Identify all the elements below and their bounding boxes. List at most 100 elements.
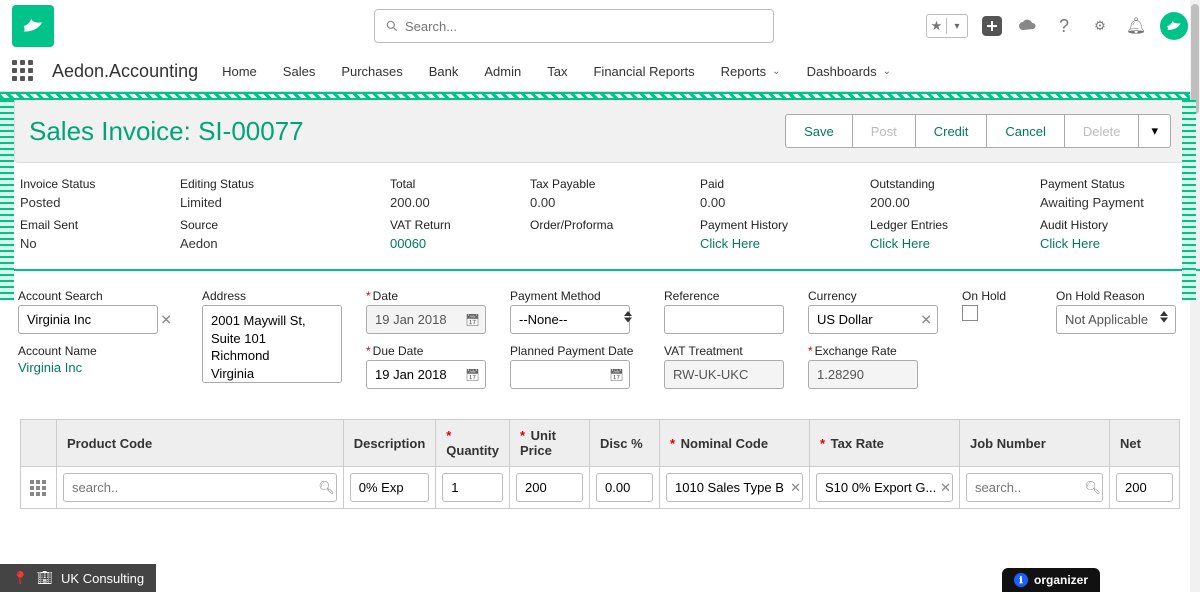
on-hold-reason-select[interactable]: Not Applicable bbox=[1056, 305, 1176, 334]
pattern-strip bbox=[0, 92, 1200, 100]
footer-tab[interactable]: 📍︎ 🏢︎ UK Consulting bbox=[0, 564, 156, 592]
nav-bank[interactable]: Bank bbox=[429, 64, 459, 79]
credit-button[interactable]: Credit bbox=[915, 114, 988, 148]
col-product[interactable]: Product Code bbox=[57, 420, 344, 467]
nominal-code-input[interactable] bbox=[666, 473, 803, 502]
line-items-grid: Product Code Description Quantity Unit P… bbox=[20, 419, 1180, 509]
ledger-entries-link[interactable]: Click Here bbox=[870, 236, 1030, 251]
payment-status-value: Awaiting Payment bbox=[1040, 195, 1200, 210]
calendar-icon[interactable]: 📅︎ bbox=[609, 368, 624, 382]
chevron-down-icon: ▾ bbox=[954, 21, 959, 32]
currency-input[interactable] bbox=[808, 305, 938, 334]
page-header: Sales Invoice: SI-00077 Save Post Credit… bbox=[14, 100, 1186, 163]
notifications-button[interactable]: 🔔︎ bbox=[1124, 14, 1148, 38]
salesforce-button[interactable] bbox=[1016, 14, 1040, 38]
col-quantity[interactable]: Quantity bbox=[436, 420, 510, 467]
building-icon: 📍︎ bbox=[12, 570, 29, 586]
drag-handle[interactable] bbox=[30, 480, 48, 496]
clear-icon[interactable]: ✕ bbox=[920, 311, 932, 328]
description-input[interactable] bbox=[350, 473, 430, 502]
settings-button[interactable]: ⚙ bbox=[1088, 14, 1112, 38]
global-search-input[interactable] bbox=[405, 19, 763, 34]
more-actions-button[interactable]: ▾ bbox=[1138, 114, 1171, 148]
calendar-icon[interactable]: 📅︎ bbox=[465, 313, 480, 327]
app-nav: Aedon.Accounting Home Sales Purchases Ba… bbox=[0, 52, 1200, 92]
col-job[interactable]: Job Number bbox=[960, 420, 1110, 467]
unit-price-input[interactable] bbox=[516, 473, 583, 502]
reference-input[interactable] bbox=[664, 305, 784, 334]
col-unit-price[interactable]: Unit Price bbox=[510, 420, 590, 467]
col-tax-rate[interactable]: Tax Rate bbox=[810, 420, 960, 467]
col-nominal[interactable]: Nominal Code bbox=[660, 420, 810, 467]
outstanding-value: 200.00 bbox=[870, 195, 1030, 210]
chevron-down-icon: ⌄ bbox=[883, 66, 891, 77]
search-icon bbox=[385, 19, 399, 33]
invoice-form: Account Search ✕ Account Name Virginia I… bbox=[14, 271, 1186, 419]
plus-icon bbox=[982, 16, 1002, 36]
table-row: 🔍︎ ✕ ✕ bbox=[21, 467, 1180, 509]
chevron-down-icon: ▾ bbox=[1151, 123, 1158, 138]
payment-history-link[interactable]: Click Here bbox=[700, 236, 860, 251]
nav-sales[interactable]: Sales bbox=[283, 64, 316, 79]
building-icon: 🏢︎ bbox=[37, 570, 54, 586]
nav-home[interactable]: Home bbox=[222, 64, 257, 79]
post-button[interactable]: Post bbox=[852, 114, 916, 148]
status-summary: Invoice StatusPosted Editing StatusLimit… bbox=[14, 163, 1186, 269]
product-code-input[interactable] bbox=[63, 473, 337, 502]
source-value: Aedon bbox=[180, 236, 380, 251]
tax-rate-input[interactable] bbox=[816, 473, 953, 502]
calendar-icon[interactable]: 📅︎ bbox=[465, 368, 480, 382]
app-launcher[interactable] bbox=[12, 60, 36, 84]
account-search-input[interactable] bbox=[18, 305, 158, 334]
paid-value: 0.00 bbox=[700, 195, 860, 210]
search-icon[interactable]: 🔍︎ bbox=[318, 480, 335, 496]
col-description[interactable]: Description bbox=[343, 420, 436, 467]
page-title: Sales Invoice: SI-00077 bbox=[29, 116, 304, 147]
cloud-icon bbox=[1018, 16, 1038, 36]
global-search[interactable] bbox=[374, 9, 774, 43]
favorites-menu[interactable]: ★ ▾ bbox=[926, 14, 968, 38]
nav-financial-reports[interactable]: Financial Reports bbox=[593, 64, 694, 79]
nav-reports[interactable]: Reports⌄ bbox=[721, 64, 781, 79]
audit-history-link[interactable]: Click Here bbox=[1040, 236, 1200, 251]
organizer-icon: ℹ bbox=[1014, 573, 1028, 587]
nav-dashboards[interactable]: Dashboards⌄ bbox=[807, 64, 892, 79]
clear-icon[interactable]: ✕ bbox=[160, 311, 172, 328]
header-actions: ★ ▾ ? ⚙ 🔔︎ bbox=[926, 12, 1188, 40]
col-disc[interactable]: Disc % bbox=[590, 420, 660, 467]
clear-icon[interactable]: ✕ bbox=[790, 480, 801, 496]
quantity-input[interactable] bbox=[442, 473, 503, 502]
editing-status-value: Limited bbox=[180, 195, 380, 210]
user-avatar[interactable] bbox=[1160, 12, 1188, 40]
question-icon: ? bbox=[1059, 16, 1069, 37]
search-icon[interactable]: 🔍︎ bbox=[1084, 480, 1101, 496]
payment-method-select[interactable]: --None-- bbox=[510, 305, 630, 334]
nav-admin[interactable]: Admin bbox=[484, 64, 521, 79]
delete-button[interactable]: Delete bbox=[1064, 114, 1140, 148]
app-name: Aedon.Accounting bbox=[52, 61, 198, 82]
vat-treatment-input bbox=[664, 360, 784, 389]
global-header: ★ ▾ ? ⚙ 🔔︎ bbox=[0, 0, 1200, 52]
tax-payable-value: 0.00 bbox=[530, 195, 690, 210]
job-number-input[interactable] bbox=[966, 473, 1103, 502]
nav-tax[interactable]: Tax bbox=[547, 64, 567, 79]
cancel-button[interactable]: Cancel bbox=[986, 114, 1064, 148]
on-hold-checkbox[interactable] bbox=[962, 305, 978, 321]
bird-icon bbox=[22, 15, 44, 37]
app-logo[interactable] bbox=[12, 5, 54, 47]
side-pattern bbox=[0, 100, 14, 300]
save-button[interactable]: Save bbox=[785, 114, 853, 148]
address-textarea[interactable]: 2001 Maywill St, Suite 101 Richmond Virg… bbox=[202, 305, 342, 383]
nav-purchases[interactable]: Purchases bbox=[341, 64, 402, 79]
help-button[interactable]: ? bbox=[1052, 14, 1076, 38]
organizer-widget[interactable]: ℹ organizer bbox=[1002, 568, 1100, 592]
disc-input[interactable] bbox=[596, 473, 653, 502]
vat-return-link[interactable]: 00060 bbox=[390, 236, 520, 251]
chevron-down-icon: ⌄ bbox=[772, 66, 780, 77]
net-input[interactable] bbox=[1116, 473, 1173, 502]
add-button[interactable] bbox=[980, 14, 1004, 38]
side-pattern bbox=[1182, 100, 1196, 300]
account-name-link[interactable]: Virginia Inc bbox=[18, 360, 178, 375]
clear-icon[interactable]: ✕ bbox=[940, 480, 951, 496]
col-net[interactable]: Net bbox=[1110, 420, 1180, 467]
